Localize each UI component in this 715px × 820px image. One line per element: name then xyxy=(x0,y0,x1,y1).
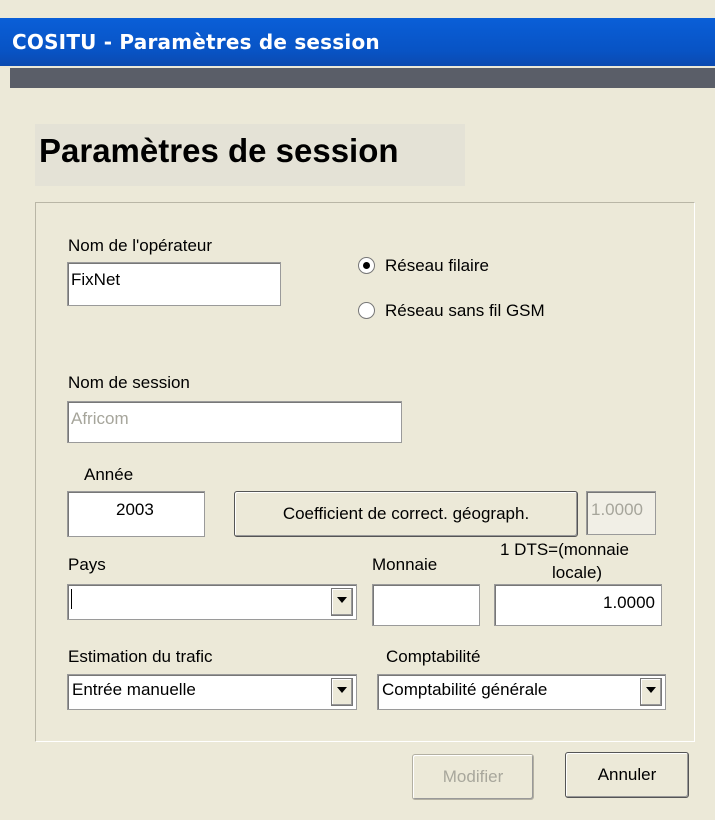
menu-strip xyxy=(10,68,715,88)
accounting-select[interactable]: Comptabilité générale xyxy=(377,674,666,710)
chevron-down-icon[interactable] xyxy=(331,678,353,706)
country-select[interactable] xyxy=(67,584,357,620)
cancel-button[interactable]: Annuler xyxy=(565,752,689,798)
traffic-label: Estimation du trafic xyxy=(68,647,213,666)
wired-network-radio[interactable] xyxy=(358,257,375,274)
country-label: Pays xyxy=(68,555,106,574)
wired-network-label[interactable]: Réseau filaire xyxy=(385,256,489,276)
accounting-label: Comptabilité xyxy=(386,647,481,666)
title-bar[interactable]: COSITU - Paramètres de session xyxy=(0,18,715,66)
session-label: Nom de session xyxy=(68,373,190,392)
chevron-down-icon[interactable] xyxy=(640,678,662,706)
chevron-down-icon[interactable] xyxy=(331,588,353,616)
geo-coefficient-button[interactable]: Coefficient de correct. géograph. xyxy=(234,491,578,537)
heading-panel: Paramètres de session xyxy=(35,124,465,186)
year-label: Année xyxy=(84,465,134,484)
gsm-network-label[interactable]: Réseau sans fil GSM xyxy=(385,301,545,321)
year-input[interactable]: 2003 xyxy=(67,491,205,537)
session-input[interactable]: Africom xyxy=(67,401,402,443)
operator-input[interactable]: FixNet xyxy=(67,262,281,306)
page-title: Paramètres de session xyxy=(39,132,399,169)
currency-label: Monnaie xyxy=(372,555,438,574)
operator-label: Nom de l'opérateur xyxy=(68,236,213,255)
dts-label-line2: locale) xyxy=(552,563,603,582)
session-settings-window: COSITU - Paramètres de session Paramètre… xyxy=(0,0,715,820)
dts-label-line1: 1 DTS=(monnaie xyxy=(500,540,629,559)
modify-button[interactable]: Modifier xyxy=(412,754,534,800)
dts-input[interactable]: 1.0000 xyxy=(494,584,662,626)
traffic-select[interactable]: Entrée manuelle xyxy=(67,674,357,710)
gsm-network-radio[interactable] xyxy=(358,302,375,319)
currency-input[interactable] xyxy=(372,584,480,626)
window-title: COSITU - Paramètres de session xyxy=(12,30,380,54)
geo-coefficient-value: 1.0000 xyxy=(586,491,656,535)
